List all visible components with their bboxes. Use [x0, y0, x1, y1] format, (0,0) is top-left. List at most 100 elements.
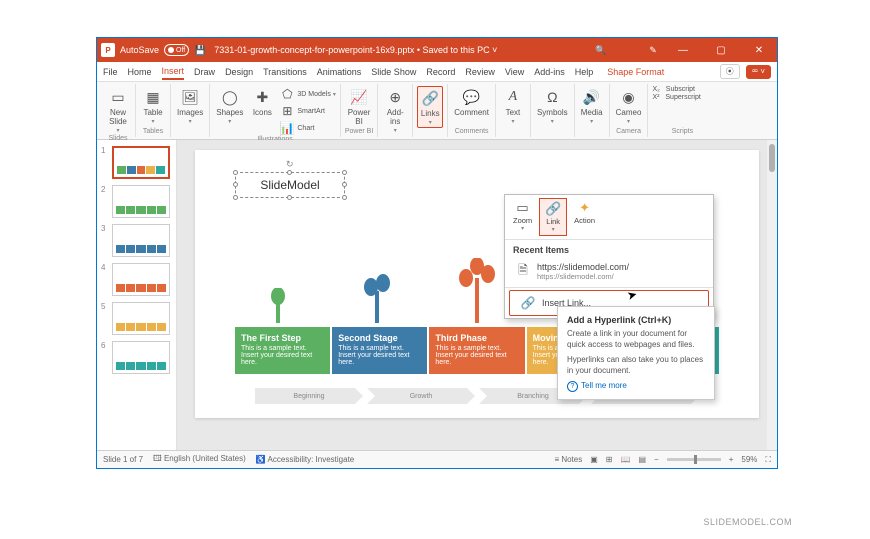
thumbnail-4[interactable]: 4 [101, 263, 172, 296]
tab-animations[interactable]: Animations [317, 65, 362, 79]
tab-home[interactable]: Home [128, 65, 152, 79]
tab-review[interactable]: Review [465, 65, 495, 79]
statusbar: Slide 1 of 7 🖽 English (United States) ♿… [97, 450, 777, 468]
tab-view[interactable]: View [505, 65, 524, 79]
cameo-icon: ◉ [619, 87, 639, 107]
thumbnail-5[interactable]: 5 [101, 302, 172, 335]
smartart-icon: ⊞ [279, 103, 295, 119]
process-arrow: Beginning [255, 388, 363, 404]
recent-item[interactable]: 🗎 https://slidemodel.com/ https://slidem… [505, 258, 713, 285]
view-reading-icon[interactable]: 📖 [621, 455, 631, 464]
ribbon-tabs: File Home Insert Draw Design Transitions… [97, 62, 777, 82]
icons-button[interactable]: ✚Icons [249, 86, 275, 118]
links-button[interactable]: 🔗Links▾ [417, 86, 443, 128]
tab-draw[interactable]: Draw [194, 65, 215, 79]
maximize-button[interactable]: ▢ [707, 38, 735, 62]
tab-slideshow[interactable]: Slide Show [371, 65, 416, 79]
process-arrow: Growth [367, 388, 475, 404]
tab-design[interactable]: Design [225, 65, 253, 79]
hyperlink-tooltip: Add a Hyperlink (Ctrl+K) Create a link i… [557, 306, 715, 400]
symbols-button[interactable]: ΩSymbols▾ [535, 86, 570, 126]
zoom-out-button[interactable]: − [654, 455, 659, 464]
save-icon[interactable]: 💾 [194, 44, 206, 56]
minimize-button[interactable]: — [669, 38, 697, 62]
tab-transitions[interactable]: Transitions [263, 65, 307, 79]
table-button[interactable]: ▦Table▾ [140, 86, 166, 126]
thumbnail-2[interactable]: 2 [101, 185, 172, 218]
selected-textbox[interactable]: ↻ SlideModel [235, 172, 345, 198]
comment-icon: 💬 [462, 87, 482, 107]
cameo-button[interactable]: ◉Cameo▾ [614, 86, 644, 126]
tab-file[interactable]: File [103, 65, 118, 79]
action-button[interactable]: ✦Action [569, 198, 600, 236]
tab-addins[interactable]: Add-ins [534, 65, 565, 79]
view-sorter-icon[interactable]: ⊞ [606, 455, 613, 464]
tooltip-title: Add a Hyperlink (Ctrl+K) [567, 314, 705, 326]
powerbi-button[interactable]: 📈Power BI [346, 86, 373, 127]
zoom-in-button[interactable]: + [729, 455, 734, 464]
link-icon: 🔗 [545, 201, 561, 217]
new-slide-button[interactable]: ▭New Slide▾ [105, 86, 131, 135]
fit-window-icon[interactable]: ⛶ [765, 455, 771, 465]
ribbon: ▭New Slide▾ Slides ▦Table▾ Tables 🖼Image… [97, 82, 777, 140]
search-icon[interactable]: 🔍 [595, 44, 607, 56]
tab-shape-format[interactable]: Shape Format [607, 65, 664, 79]
save-status: Saved to this PC [423, 45, 490, 55]
tab-help[interactable]: Help [575, 65, 594, 79]
3d-models-button[interactable]: ⬠3D Models▾ [279, 86, 335, 102]
tell-me-more-link[interactable]: Tell me more [567, 381, 705, 392]
vertical-scrollbar[interactable] [767, 140, 777, 450]
zoom-button[interactable]: ▭Zoom▾ [508, 198, 537, 236]
text-button[interactable]: AText▾ [500, 86, 526, 126]
thumbnail-1[interactable]: 1 [101, 146, 172, 179]
thumbnail-3[interactable]: 3 [101, 224, 172, 257]
selection-text: SlideModel [260, 178, 319, 192]
link-icon: 🔗 [420, 88, 440, 108]
zoom-level: 59% [741, 455, 757, 464]
subscript-button[interactable]: X₂ Subscript [652, 86, 712, 93]
share-button[interactable]: ⮹ ˅ [746, 65, 771, 79]
thumbnail-6[interactable]: 6 [101, 341, 172, 374]
autosave-toggle[interactable]: Off [164, 44, 189, 56]
powerbi-icon: 📈 [349, 87, 369, 107]
links-dropdown: ▭Zoom▾ 🔗Link▾ ✦Action Recent Items 🗎 htt… [504, 194, 714, 319]
images-icon: 🖼 [180, 87, 200, 107]
app-window: P AutoSave Off 💾 7331-01-growth-concept-… [96, 37, 778, 469]
zoom-icon: ▭ [515, 200, 531, 216]
slide-thumbnails-pane[interactable]: 1 2 3 4 5 6 [97, 140, 177, 450]
action-icon: ✦ [577, 200, 593, 216]
document-title: 7331-01-growth-concept-for-powerpoint-16… [214, 45, 414, 55]
accessibility-indicator[interactable]: ♿ Accessibility: Investigate [256, 455, 354, 464]
shapes-icon: ◯ [220, 87, 240, 107]
zoom-slider[interactable] [667, 458, 721, 461]
notes-button[interactable]: ≡ Notes [554, 455, 582, 464]
pencil-icon[interactable]: ✎ [647, 44, 659, 56]
record-mini-button[interactable]: ⦿ [720, 64, 740, 79]
media-button[interactable]: 🔊Media▾ [579, 86, 605, 126]
link-dropdown-button[interactable]: 🔗Link▾ [539, 198, 567, 236]
rotate-handle-icon[interactable]: ↻ [286, 159, 294, 167]
shapes-button[interactable]: ◯Shapes▾ [214, 86, 245, 126]
cube-icon: ⬠ [279, 86, 295, 102]
media-icon: 🔊 [582, 87, 602, 107]
images-button[interactable]: 🖼Images▾ [175, 86, 205, 126]
superscript-button[interactable]: X² Superscript [652, 94, 712, 101]
language-indicator[interactable]: 🖽 English (United States) [153, 453, 246, 467]
titlebar: P AutoSave Off 💾 7331-01-growth-concept-… [97, 38, 777, 62]
recent-items-header: Recent Items [505, 240, 713, 258]
tab-record[interactable]: Record [426, 65, 455, 79]
card: Third PhaseThis is a sample text. Insert… [429, 327, 524, 374]
slide-counter: Slide 1 of 7 [103, 455, 143, 464]
comment-button[interactable]: 💬Comment [452, 86, 491, 118]
text-icon: A [503, 87, 523, 107]
chart-button[interactable]: 📊Chart [279, 120, 335, 136]
tab-insert[interactable]: Insert [162, 64, 185, 80]
powerpoint-icon: P [101, 43, 115, 57]
view-normal-icon[interactable]: ▣ [590, 455, 598, 464]
smartart-button[interactable]: ⊞SmartArt [279, 103, 335, 119]
table-icon: ▦ [143, 87, 163, 107]
addins-button[interactable]: ⊕Add- ins▾ [382, 86, 408, 135]
close-button[interactable]: ✕ [745, 38, 773, 62]
view-slideshow-icon[interactable]: ▤ [638, 455, 646, 464]
chart-icon: 📊 [279, 120, 295, 136]
